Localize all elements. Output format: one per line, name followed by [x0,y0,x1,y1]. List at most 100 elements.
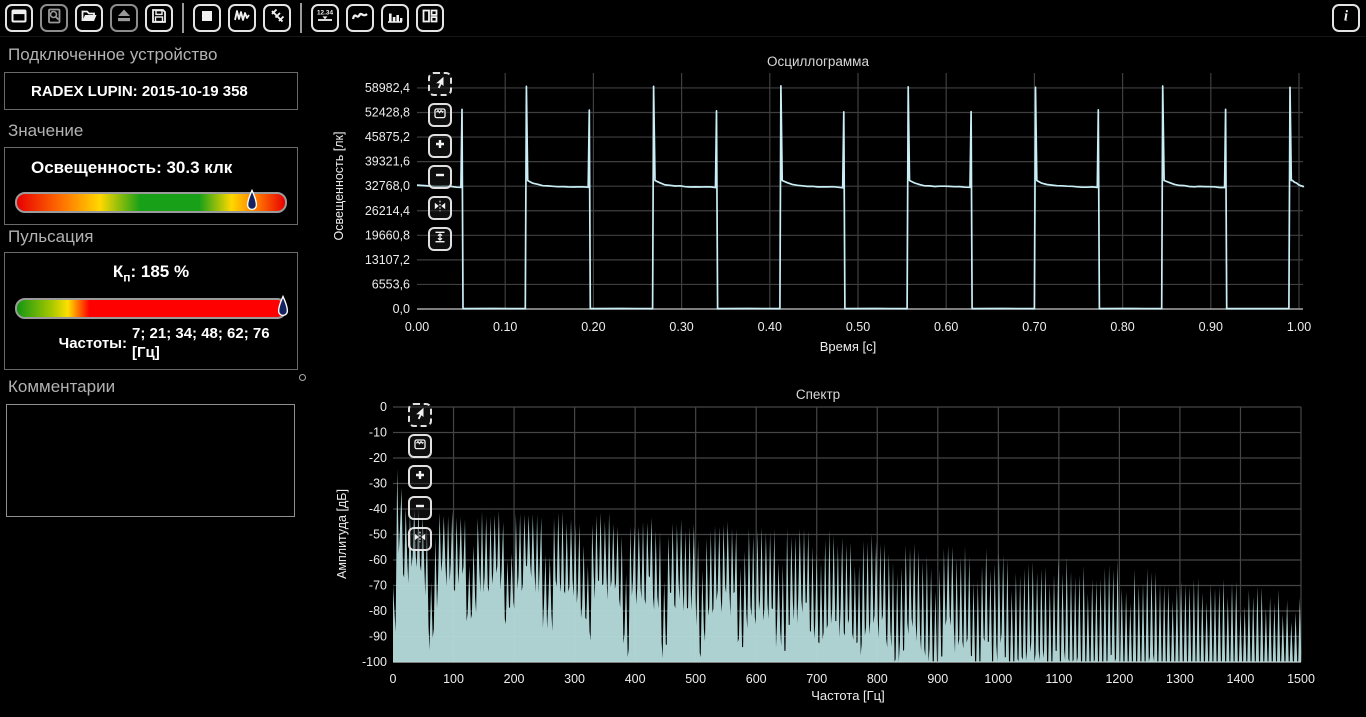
tick-label: 0.00 [405,320,429,334]
frequencies-label: Частоты: [58,335,127,353]
window-icon [10,7,28,30]
toolbar-separator [182,3,184,33]
tick-label: 600 [746,672,767,686]
layout-button[interactable] [416,4,444,32]
y-axis-label: Амплитуда [дБ] [335,489,349,579]
tick-label: 52428,8 [365,106,410,120]
device-section-header: Подключенное устройство [8,45,218,64]
device-name-box: RADEX LUPIN: 2015-10-19 358 [4,72,298,110]
fit-horizontal-icon [413,530,427,549]
pointer-icon [413,406,427,425]
zoom-in-tool-button[interactable] [408,465,432,489]
tick-label: 300 [564,672,585,686]
info-button[interactable]: i [1332,4,1360,32]
autorange-tool-button[interactable] [408,434,432,458]
fit-vertical-icon [433,230,447,249]
waveform-button[interactable] [228,4,256,32]
illuminance-marker-icon [246,188,258,213]
panel-grip-dot[interactable] [299,374,306,381]
comments-input[interactable] [6,404,295,517]
fit-horizontal-tool-button[interactable] [428,196,452,220]
tick-label: 1500 [1287,672,1315,686]
tick-label: 26214,4 [365,204,410,218]
tick-label: -80 [369,604,387,618]
tick-label: 45875,2 [365,130,410,144]
frequencies-row: Частоты: 7; 21; 34; 48; 62; 76 [Гц] [5,325,289,363]
tick-label: -20 [369,451,387,465]
sweep-button[interactable] [263,4,291,32]
waveform-icon [233,7,251,30]
pulsation-section-header: Пульсация [8,227,94,246]
chart-title: Осциллограмма [767,54,869,69]
pointer-icon [433,75,447,94]
pointer-tool-button[interactable] [428,72,452,96]
x-axis-label: Время [с] [820,339,876,354]
tick-label: 0.50 [846,320,870,334]
tick-label: -60 [369,553,387,567]
measurement-icon: 12.34 [316,7,334,30]
frequencies-value: 7; 21; 34; 48; 62; 76 [Гц] [132,325,270,361]
bars-view-button[interactable] [381,4,409,32]
zoom-out-tool-button[interactable] [428,165,452,189]
stop-button[interactable] [193,4,221,32]
window-button[interactable] [5,4,33,32]
eject-button[interactable] [110,4,138,32]
svg-text:12.34: 12.34 [317,9,333,16]
open-folder-icon [80,7,98,30]
save-icon [150,7,168,30]
tick-label: 0.70 [1022,320,1046,334]
tick-label: 0.60 [934,320,958,334]
oscillogram-chart: 58982,4 52428,8 45875,2 39321,6 32768,0 26214… [332,54,1311,354]
bars-view-icon [386,7,404,30]
pulsation-box: Кп: 185 % Частоты: 7; 21; 34; 48; 62; 76… [4,252,298,370]
tick-label: 1300 [1166,672,1194,686]
value-box: Освещенность: 30.3 клк [4,147,298,225]
zoom-out-tool-button[interactable] [408,496,432,520]
comments-section-header: Комментарии [8,377,116,396]
zoom-in-tool-button[interactable] [428,134,452,158]
autorange-tool-button[interactable] [428,103,452,127]
tick-label: -90 [369,630,387,644]
illuminance-value: Освещенность: 30.3 клк [31,158,233,177]
curve-view-button[interactable] [346,4,374,32]
tick-label: 0.80 [1110,320,1134,334]
autorange-icon [413,437,427,456]
tick-label: -10 [369,426,387,440]
kp-value: Кп: 185 % [112,262,190,285]
tick-label: 13107,2 [365,253,410,267]
pointer-tool-button[interactable] [408,403,432,427]
value-section-header: Значение [8,121,84,140]
zoom-out-icon [433,168,447,187]
tick-label: 19660,8 [365,228,410,242]
chart-title: Спектр [796,387,840,402]
autorange-icon [433,106,447,125]
zoom-out-icon [413,499,427,518]
fit-vertical-tool-button[interactable] [428,227,452,251]
tick-label: 200 [504,672,525,686]
preview-button[interactable] [40,4,68,32]
tick-label: 32768,0 [365,179,410,193]
tick-label: 800 [867,672,888,686]
tick-label: 1.00 [1287,320,1311,334]
measurement-button[interactable]: 12.34 [311,4,339,32]
info-icon: i [1337,7,1355,30]
oscillogram-waveform [416,85,1305,310]
save-button[interactable] [145,4,173,32]
sweep-icon [268,7,286,30]
tick-label: 0.10 [493,320,517,334]
tick-label: 0 [380,400,387,414]
tick-label: 0.90 [1199,320,1223,334]
x-axis-label: Частота [Гц] [811,688,885,703]
open-folder-button[interactable] [75,4,103,32]
tick-label: 6553,6 [372,277,410,291]
tick-label: 0 [390,672,397,686]
layout-icon [421,7,439,30]
toolbar-separator [300,3,302,33]
pulsation-marker-icon [277,294,289,319]
tick-label: 39321,6 [365,155,410,169]
spectrum-chart: 0-10-20-30-40-50-60-70-80-90-1000 100 200 3… [335,387,1315,703]
tick-label: 700 [806,672,827,686]
tick-label: 0,0 [393,302,410,316]
pulsation-scale [15,294,289,319]
fit-horizontal-tool-button[interactable] [408,527,432,551]
